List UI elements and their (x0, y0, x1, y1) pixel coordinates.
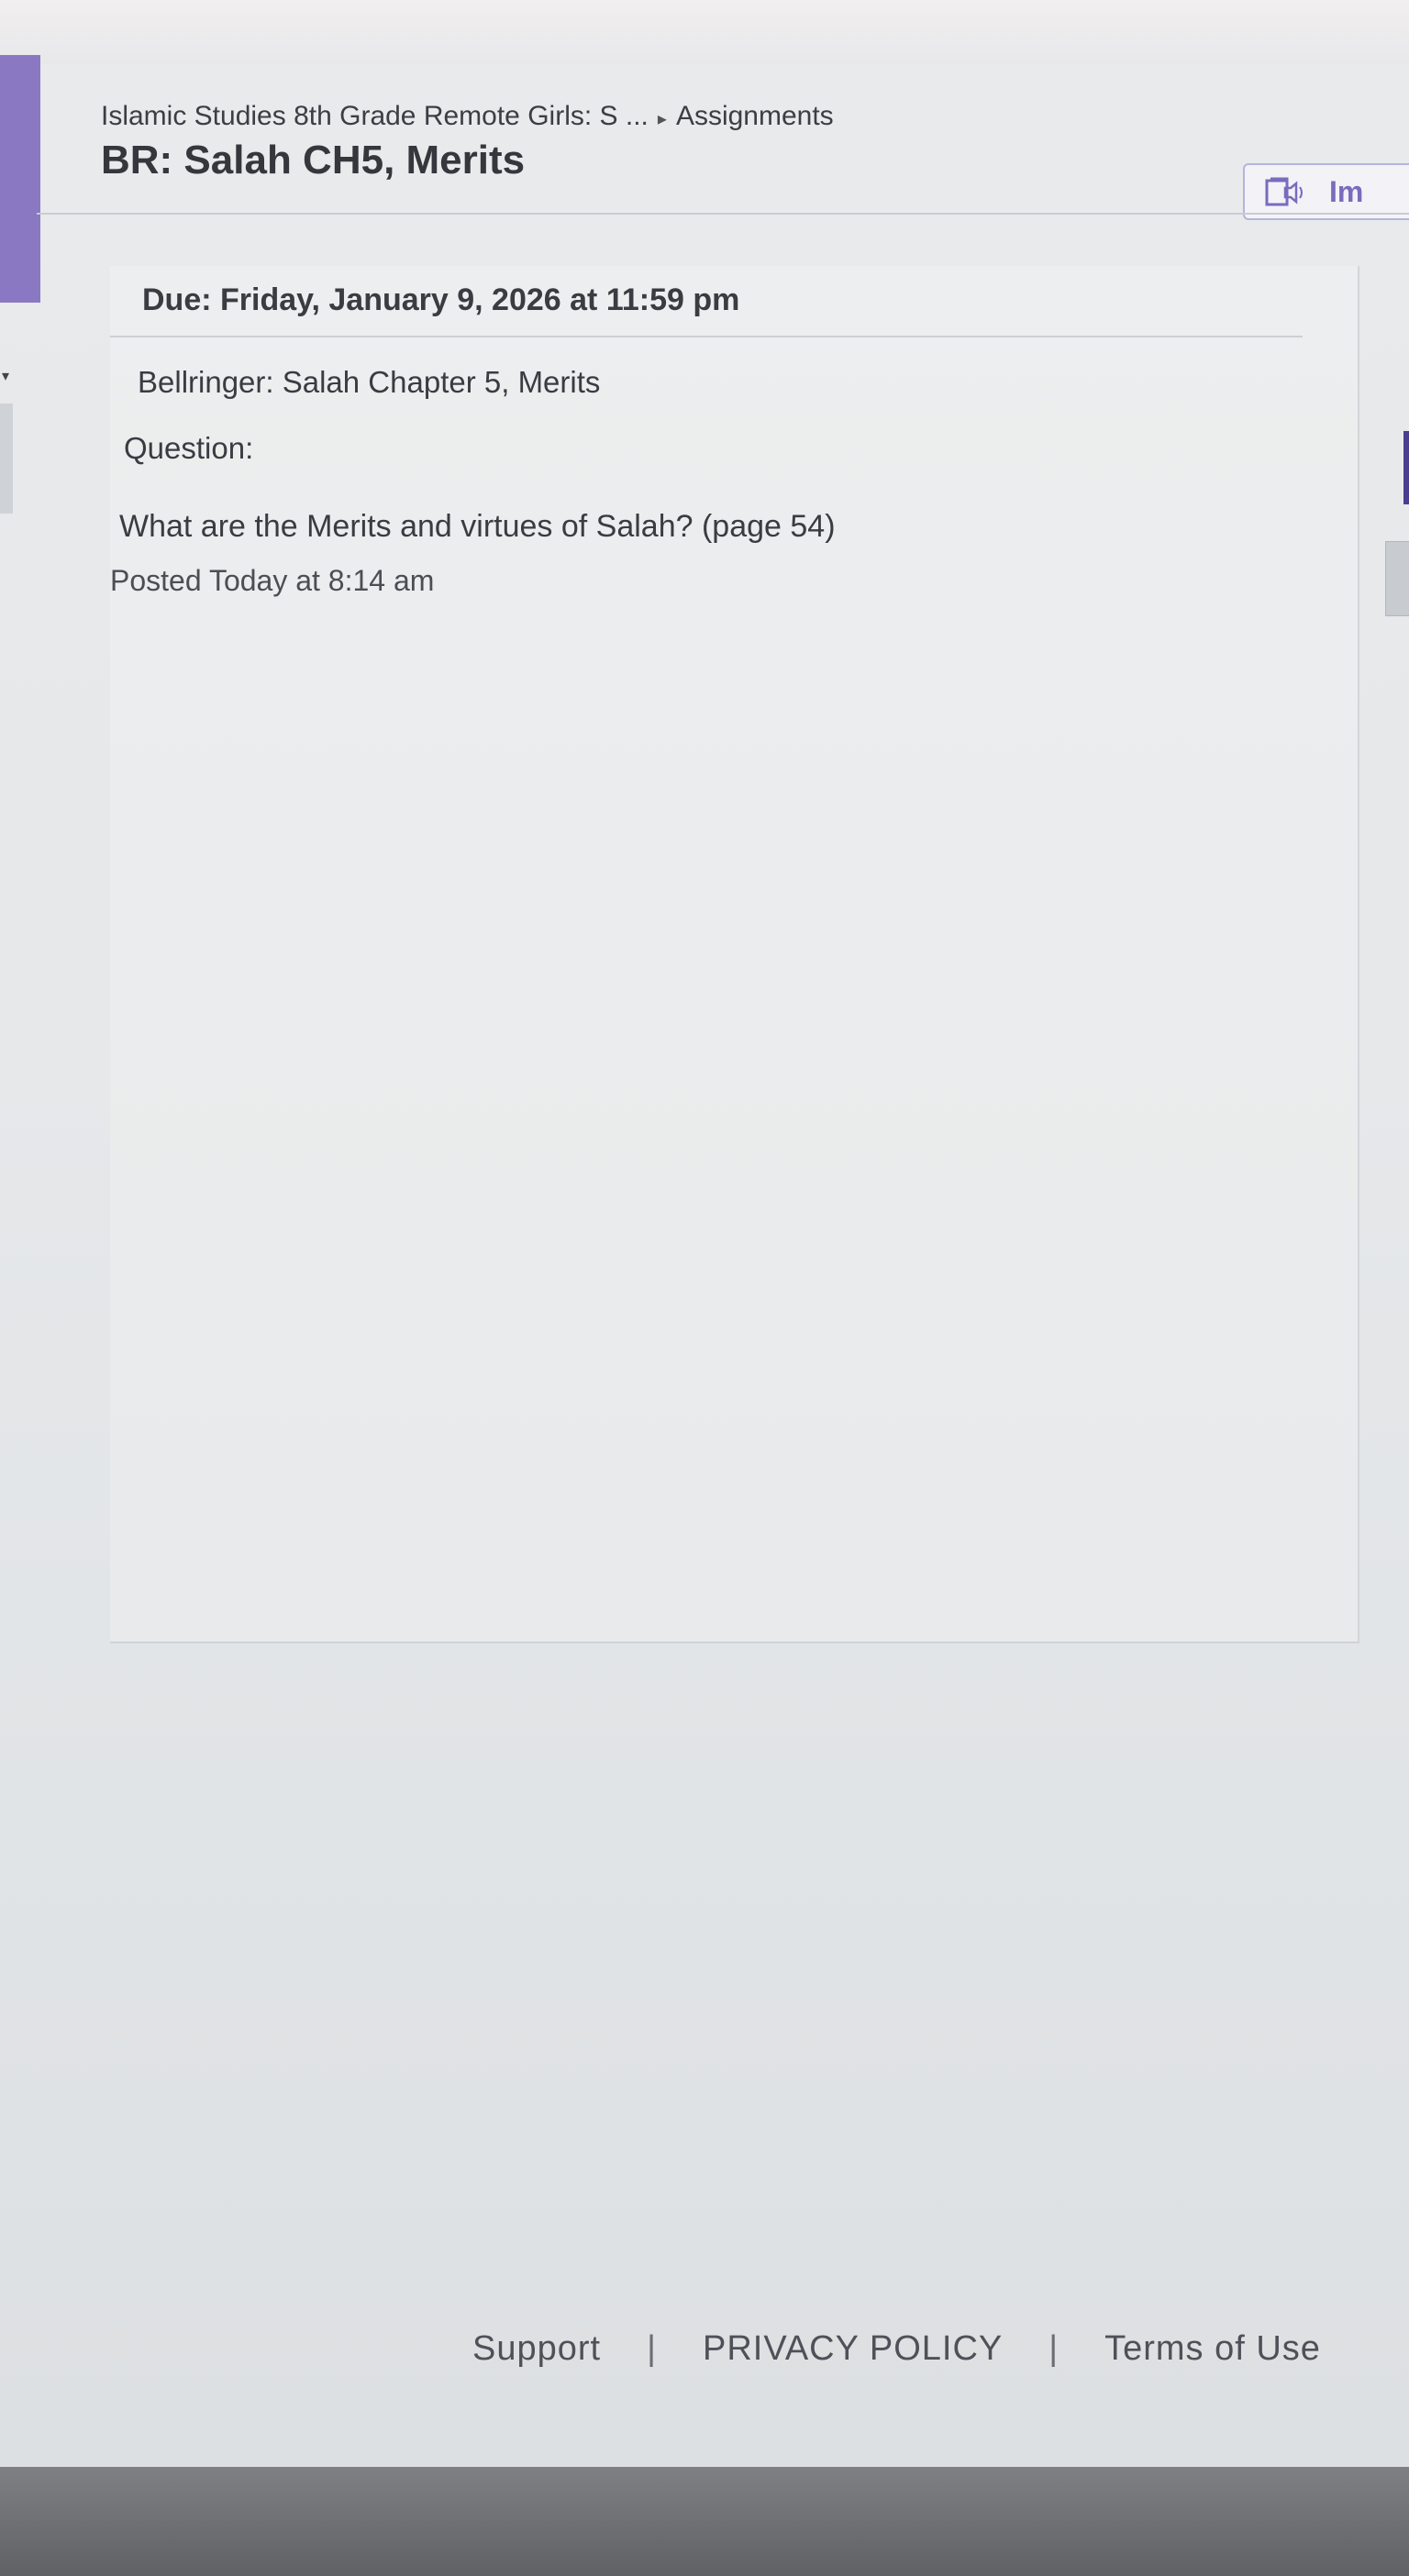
page-title: BR: Salah CH5, Merits (101, 138, 526, 182)
right-accent-strip (1403, 431, 1409, 504)
immersive-reader-label: Im (1329, 174, 1364, 208)
assignment-card: Due: Friday, January 9, 2026 at 11:59 pm… (110, 266, 1359, 1643)
footer-divider: | (647, 2329, 657, 2368)
privacy-policy-link[interactable]: PRIVACY POLICY (703, 2329, 1003, 2368)
breadcrumb-separator-icon: ▸ (657, 109, 667, 129)
screen-bezel (0, 2467, 1409, 2576)
sidebar-accent-strip[interactable] (0, 55, 40, 303)
header-divider (37, 213, 1409, 215)
support-link[interactable]: Support (472, 2329, 601, 2368)
immersive-reader-button[interactable]: Im (1243, 163, 1409, 220)
page: ▾ Islamic Studies 8th Grade Remote Girls… (0, 0, 1409, 2576)
card-divider (110, 336, 1303, 337)
right-panel-tab[interactable] (1385, 541, 1409, 616)
breadcrumb-course-link[interactable]: Islamic Studies 8th Grade Remote Girls: … (101, 101, 649, 131)
page-header: Islamic Studies 8th Grade Remote Girls: … (101, 92, 1409, 257)
question-label: Question: (124, 431, 254, 465)
footer: Support | PRIVACY POLICY | Terms of Use (472, 2329, 1321, 2369)
footer-divider: | (1048, 2329, 1060, 2368)
posted-timestamp: Posted Today at 8:14 am (110, 564, 435, 597)
question-text: What are the Merits and virtues of Salah… (119, 509, 836, 544)
breadcrumb-assignments-link[interactable]: Assignments (676, 101, 834, 131)
due-date: Due: Friday, January 9, 2026 at 11:59 pm (142, 282, 740, 317)
browser-top-bar (0, 0, 1409, 64)
assignment-title: Bellringer: Salah Chapter 5, Merits (138, 365, 601, 399)
breadcrumb: Islamic Studies 8th Grade Remote Girls: … (101, 101, 834, 132)
terms-of-use-link[interactable]: Terms of Use (1104, 2329, 1321, 2368)
collapse-caret-icon[interactable]: ▾ (2, 367, 9, 385)
sidebar-lower-strip (0, 404, 13, 514)
immersive-reader-icon (1265, 175, 1307, 208)
